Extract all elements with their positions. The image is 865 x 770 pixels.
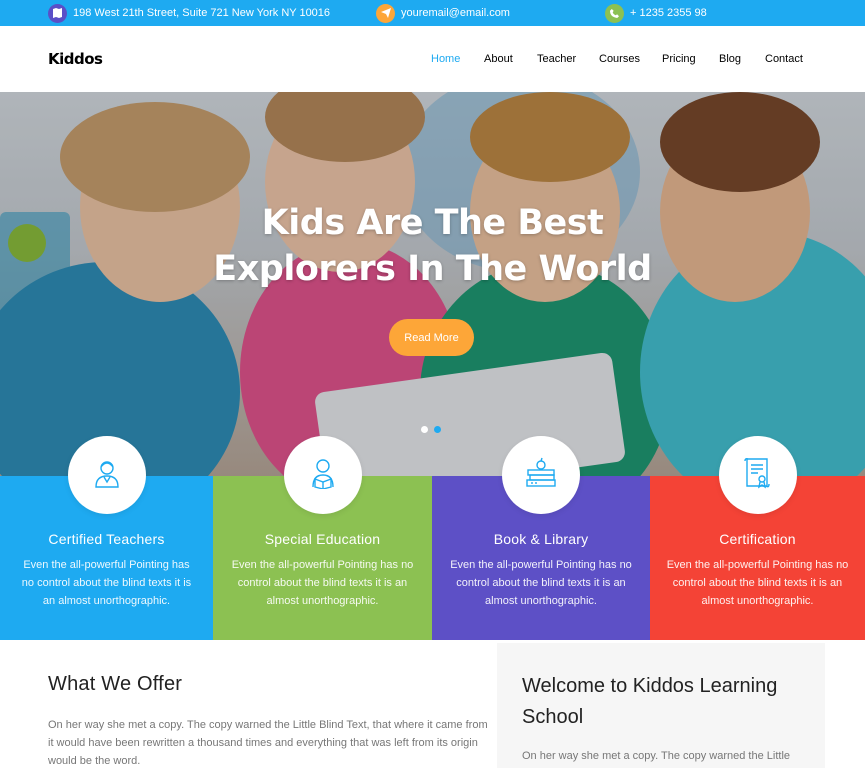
slider-dot-2[interactable]	[434, 426, 441, 433]
service-text: Even the all-powerful Pointing has no co…	[666, 559, 849, 607]
service-icon-circle	[502, 436, 580, 514]
service-book-library: Book & Library Even the all-powerful Poi…	[432, 436, 650, 640]
address-info: 198 West 21th Street, Suite 721 New York…	[48, 0, 330, 26]
nav-item-about[interactable]: About	[484, 53, 513, 65]
student-reading-icon	[307, 457, 339, 494]
service-title: Special Education	[264, 531, 381, 547]
nav-item-blog[interactable]: Blog	[719, 53, 741, 65]
welcome-text: On her way she met a copy. The copy warn…	[522, 750, 791, 762]
hero-title-line-2: Explorers In The World	[213, 249, 652, 289]
service-title: Certification	[719, 531, 796, 547]
nav-item-courses[interactable]: Courses	[599, 53, 640, 65]
service-text: Even the all-powerful Pointing has no co…	[21, 559, 192, 607]
phone-text[interactable]: + 1235 2355 98	[630, 7, 707, 19]
slider-dots	[421, 426, 441, 433]
offer-text: On her way she met a copy. The copy warn…	[48, 719, 488, 767]
email-info[interactable]: youremail@email.com	[376, 0, 510, 26]
hero-title: Kids Are The Best Explorers In The World	[0, 200, 865, 292]
nav-item-pricing[interactable]: Pricing	[662, 53, 696, 65]
service-icon-circle	[67, 436, 146, 514]
service-text: Even the all-powerful Pointing has no co…	[450, 559, 632, 607]
email-text[interactable]: youremail@email.com	[401, 7, 510, 19]
nav-item-teacher[interactable]: Teacher	[537, 53, 576, 65]
nav-item-contact[interactable]: Contact	[765, 53, 803, 65]
service-icon-circle	[283, 436, 362, 514]
services-section: Certified Teachers Even the all-powerful…	[0, 436, 865, 640]
paper-plane-icon	[376, 3, 395, 23]
phone-icon	[605, 3, 624, 23]
service-title: Book & Library	[493, 531, 589, 547]
read-more-button[interactable]: Read More	[389, 319, 474, 356]
slider-dot-1[interactable]	[421, 426, 428, 433]
service-icon-circle	[718, 436, 797, 514]
welcome-title: Welcome to Kiddos Learning School	[522, 675, 778, 728]
phone-info[interactable]: + 1235 2355 98	[605, 0, 707, 26]
teacher-icon	[91, 457, 123, 494]
main-navbar: Kiddos Home About Teacher Courses Pricin…	[0, 26, 865, 92]
books-apple-icon	[524, 456, 558, 495]
hero-title-line-1: Kids Are The Best	[261, 203, 604, 243]
map-icon	[48, 3, 67, 23]
certificate-icon	[742, 456, 774, 495]
brand-logo[interactable]: Kiddos	[48, 50, 103, 68]
address-text: 198 West 21th Street, Suite 721 New York…	[73, 7, 331, 19]
nav-item-home[interactable]: Home	[431, 53, 460, 65]
service-text: Even the all-powerful Pointing has no co…	[231, 559, 414, 607]
welcome-section: Welcome to Kiddos Learning School On her…	[497, 643, 825, 768]
service-certification: Certification Even the all-powerful Poin…	[650, 436, 865, 640]
service-special-education: Special Education Even the all-powerful …	[213, 436, 432, 640]
what-we-offer-section: What We Offer On her way she met a copy.…	[48, 673, 488, 770]
hero-slider: Kids Are The Best Explorers In The World…	[0, 92, 865, 476]
service-title: Certified Teachers	[48, 531, 165, 547]
top-info-bar: 198 West 21th Street, Suite 721 New York…	[0, 0, 865, 26]
service-certified-teachers: Certified Teachers Even the all-powerful…	[0, 436, 213, 640]
offer-title: What We Offer	[48, 673, 183, 695]
